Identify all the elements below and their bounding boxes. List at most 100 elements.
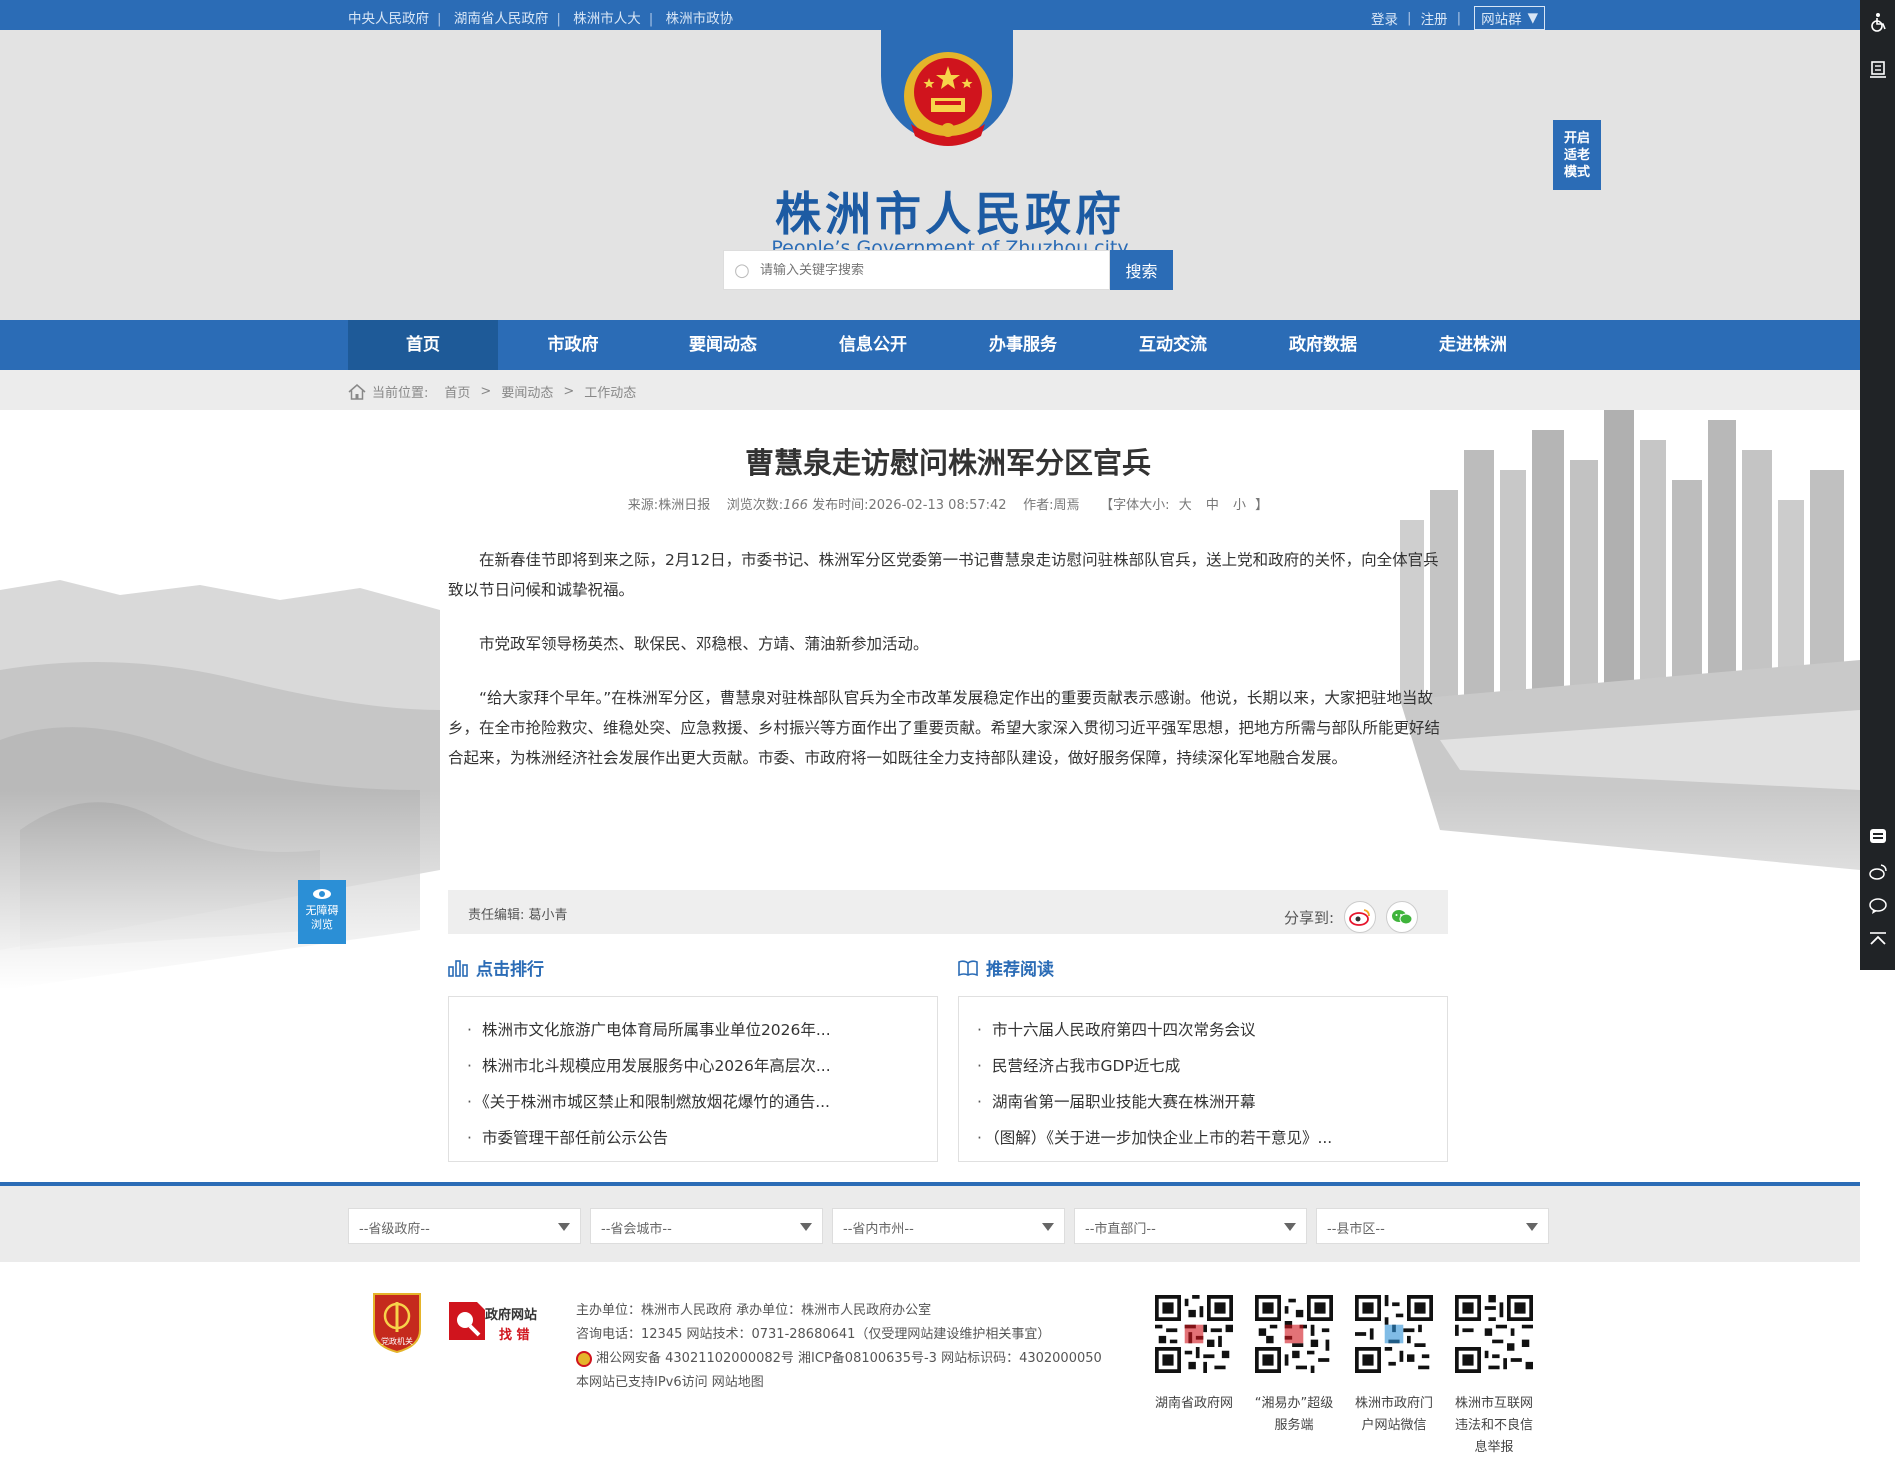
footer-line-contact: 咨询电话：12345 网站技术：0731-28680641（仅受理网站建设维护相… [576, 1327, 1051, 1342]
meta-author: 周焉 [1053, 498, 1080, 513]
recommended-item[interactable]: 市十六届人民政府第四十四次常务会议 [977, 1012, 1429, 1048]
hot-ranking-list: 株洲市文化旅游广电体育局所属事业单位2026年... 株洲市北斗规模应用发展服务… [448, 996, 938, 1162]
select-value: --省会城市-- [601, 1222, 672, 1237]
qr-report: 株洲市互联网违法和不良信息举报 [1452, 1295, 1536, 1459]
footer-icp-text[interactable]: 湘公网安备 43021102000082号 湘ICP备08100635号-3 网… [596, 1347, 1102, 1371]
breadcrumb-bar: 当前位置: 首页 > 要闻动态 > 工作动态 [0, 370, 1860, 410]
qr-code-icon [1155, 1295, 1233, 1373]
hot-ranking-item[interactable]: 市委管理干部任前公示公告 [467, 1120, 919, 1156]
article-paragraph: “给大家拜个早年。”在株洲军分区，曹慧泉对驻株部队官兵为全市改革发展稳定作出的重… [448, 689, 1441, 767]
font-size-close: 】 [1255, 498, 1269, 513]
book-icon [958, 959, 978, 976]
nav-item-gov-data[interactable]: 政府数据 [1248, 320, 1398, 370]
top-link-zz-cppcc[interactable]: 株洲市政协 [666, 11, 734, 27]
recommended-heading: 推荐阅读 [958, 955, 1054, 980]
weibo-icon[interactable] [1868, 862, 1888, 882]
hot-ranking-title: 点击排行 [476, 960, 544, 980]
province-city-select[interactable]: --省内市州-- [832, 1208, 1065, 1244]
party-gov-badge-icon[interactable]: 党政机关 [370, 1290, 424, 1354]
national-emblem-icon [904, 52, 992, 146]
article-paragraph: 市党政军领导杨英杰、耿保民、邓稳根、方靖、蒲油新参加活动。 [479, 635, 929, 653]
recommended-item[interactable]: （图解）《关于进一步加快企业上市的若干意见》... [977, 1120, 1429, 1156]
font-size-medium[interactable]: 中 [1206, 498, 1219, 513]
article-title: 曹慧泉走访慰问株洲军分区官兵 [744, 446, 1151, 480]
breadcrumb-work-news[interactable]: 工作动态 [584, 382, 636, 401]
site-title: 株洲市人民政府 [775, 187, 1125, 241]
top-link-central-gov[interactable]: 中央人民政府 [348, 11, 429, 27]
police-badge-icon [576, 1351, 592, 1367]
breadcrumb-sep: > [563, 384, 575, 399]
caret-down-icon [800, 1223, 812, 1231]
footer-line-sponsor: 主办单位：株洲市人民政府 承办单位：株洲市人民政府办公室 [576, 1303, 932, 1318]
meta-time-label: 发布时间: [812, 498, 869, 513]
badge-text: 党政机关 [381, 1336, 413, 1346]
login-link[interactable]: 登录 [1371, 8, 1398, 28]
weibo-share-icon[interactable] [1344, 901, 1377, 933]
wechat-share-icon[interactable] [1386, 901, 1419, 933]
select-value: --省内市州-- [843, 1222, 914, 1237]
font-size-small[interactable]: 小 [1233, 498, 1246, 513]
app-icon[interactable] [1868, 826, 1888, 846]
meta-source: 株洲日报 [658, 498, 711, 513]
search-input[interactable] [760, 262, 1100, 278]
select-value: --市直部门-- [1085, 1222, 1156, 1237]
qr-caption: 株洲市互联网违法和不良信息举报 [1454, 1396, 1533, 1455]
caret-down-icon [1284, 1223, 1296, 1231]
nav-item-about-zz[interactable]: 走进株洲 [1398, 320, 1548, 370]
responsible-editor: 责任编辑: 葛小青 [468, 904, 568, 923]
caret-down-icon [1042, 1223, 1054, 1231]
main-nav: 首页 市政府 要闻动态 信息公开 办事服务 互动交流 政府数据 走进株洲 [0, 320, 1860, 370]
nav-item-city-gov[interactable]: 市政府 [498, 320, 648, 370]
eye-icon [313, 889, 331, 899]
screen-reader-icon[interactable] [1868, 60, 1888, 80]
hot-ranking-item[interactable]: 株洲市文化旅游广电体育局所属事业单位2026年... [467, 1012, 919, 1048]
top-link-hunan-gov[interactable]: 湖南省人民政府 [454, 11, 549, 27]
site-group-dropdown[interactable]: 网站群 ▼ [1474, 6, 1546, 30]
share-area: 分享到: [1284, 901, 1419, 933]
recommended-item[interactable]: 民营经济占我市GDP近七成 [977, 1048, 1429, 1084]
article-meta: 来源:株洲日报 浏览次数:166 发布时间:2026-02-13 08:57:4… [448, 494, 1448, 513]
hot-ranking-item[interactable]: 株洲市北斗规模应用发展服务中心2026年高层次... [467, 1048, 919, 1084]
search-button[interactable]: 搜索 [1110, 250, 1173, 290]
top-link-zz-npc[interactable]: 株洲市人大 [573, 11, 641, 27]
hot-ranking-item[interactable]: 《关于株洲市城区禁止和限制燃放烟花爆竹的通告... [467, 1084, 919, 1120]
right-toolbar [1860, 0, 1895, 970]
nav-item-interaction[interactable]: 互动交流 [1098, 320, 1248, 370]
back-to-top-icon[interactable] [1868, 930, 1888, 950]
caret-down-icon [558, 1223, 570, 1231]
meta-author-label: 作者: [1023, 498, 1054, 513]
accessibility-label: 无障碍浏览 [305, 904, 339, 931]
search-box: ○ [723, 250, 1110, 290]
find-error-link[interactable]: 政府网站 找 错 [447, 1300, 547, 1350]
county-select[interactable]: --县市区-- [1316, 1208, 1549, 1244]
top-bar: 中央人民政府 | 湖南省人民政府 | 株洲市人大 | 株洲市政协 登录 | 注册 | 网站… [0, 0, 1860, 30]
top-links: 中央人民政府 | 湖南省人民政府 | 株洲市人大 | 株洲市政协 [348, 11, 734, 27]
related-links-area: --省级政府-- --省会城市-- --省内市州-- --市直部门-- --县市… [0, 1182, 1860, 1262]
nav-item-services[interactable]: 办事服务 [948, 320, 1098, 370]
city-dept-select[interactable]: --市直部门-- [1074, 1208, 1307, 1244]
breadcrumb-home[interactable]: 首页 [444, 382, 470, 401]
chat-icon[interactable] [1868, 896, 1888, 916]
capital-city-select[interactable]: --省会城市-- [590, 1208, 823, 1244]
elder-mode-button[interactable]: 开启适老模式 [1553, 120, 1601, 190]
font-size-large[interactable]: 大 [1179, 498, 1192, 513]
nav-item-home[interactable]: 首页 [348, 320, 498, 370]
meta-time: 2026-02-13 08:57:42 [868, 498, 1007, 513]
nav-item-info-public[interactable]: 信息公开 [798, 320, 948, 370]
editor-name: 葛小青 [528, 908, 568, 923]
qr-code-icon [1355, 1295, 1433, 1373]
editor-bar: 责任编辑: 葛小青 分享到: [448, 890, 1448, 934]
breadcrumb-news[interactable]: 要闻动态 [501, 382, 553, 401]
footer-line-icp: 湘公网安备 43021102000082号 湘ICP备08100635号-3 网… [576, 1347, 1102, 1371]
accessibility-browse-button[interactable]: 无障碍浏览 [298, 880, 346, 944]
top-right: 登录 | 注册 | 网站群 ▼ [1371, 6, 1546, 30]
footer: 党政机关 政府网站 找 错 主办单位：株洲市人民政府 承办单位：株洲市人民政府办… [0, 1262, 1860, 1480]
provincial-gov-select[interactable]: --省级政府-- [348, 1208, 581, 1244]
nav-item-news[interactable]: 要闻动态 [648, 320, 798, 370]
wheelchair-icon[interactable] [1868, 12, 1888, 32]
register-link[interactable]: 注册 [1421, 8, 1448, 28]
share-label: 分享到: [1284, 908, 1335, 927]
editor-label: 责任编辑: [468, 908, 525, 923]
footer-line-ipv6[interactable]: 本网站已支持IPv6访问 网站地图 [576, 1371, 1102, 1395]
recommended-item[interactable]: 湖南省第一届职业技能大赛在株洲开幕 [977, 1084, 1429, 1120]
